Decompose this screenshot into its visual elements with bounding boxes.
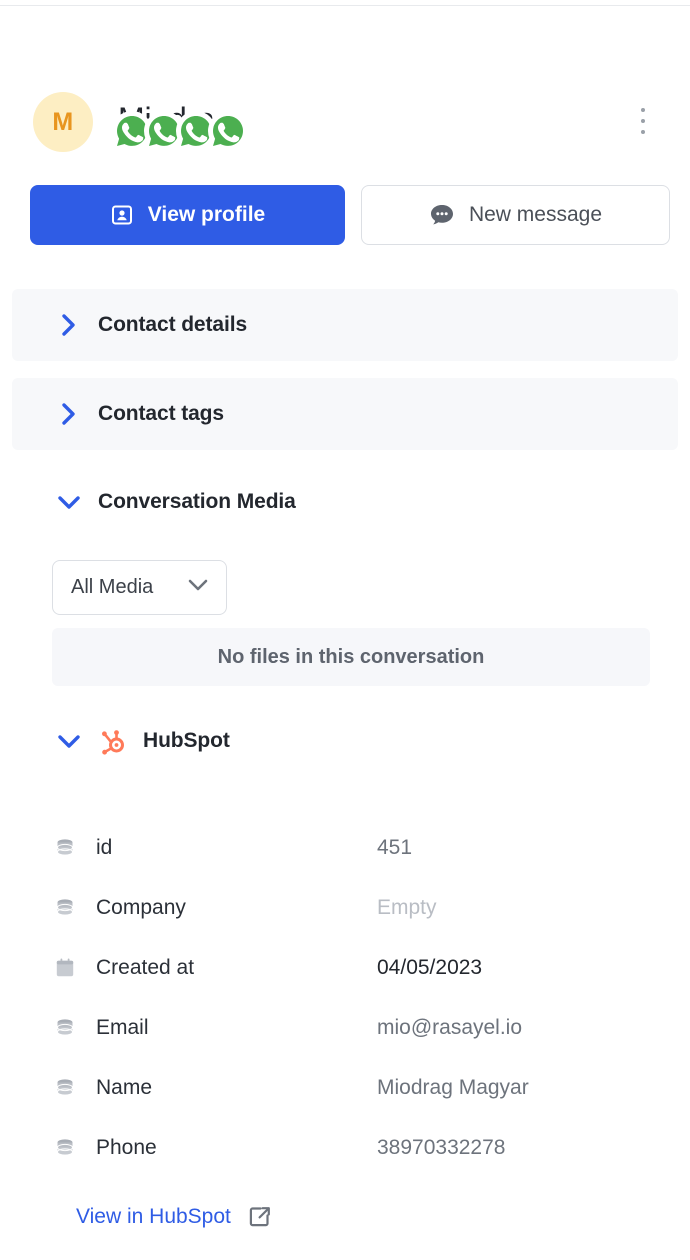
view-profile-label: View profile [147,203,266,226]
field-label: Created at [96,956,195,979]
field-row: Email mio@rasayel.io [0,998,690,1058]
avatar: M [33,92,93,152]
media-filter-value: All Media [71,576,154,598]
field-value: 38970332278 [377,1136,506,1159]
chat-bubble-icon [429,203,455,227]
field-row: Created at 04/05/2023 [0,938,690,998]
kebab-menu-icon[interactable] [632,106,654,136]
top-divider [0,5,690,6]
contact-header: M Miodrag [0,44,690,152]
chevron-down-icon [54,492,84,512]
channel-badge-list [112,111,248,151]
new-message-button[interactable]: New message [360,185,670,245]
field-label: id [96,836,113,859]
section-title: Conversation Media [98,490,296,513]
sidebar-section-conversation-media[interactable]: Conversation Media [12,466,678,538]
external-link-icon [247,1204,273,1230]
view-in-hubspot-label: View in HubSpot [76,1205,231,1228]
contact-sidebar-panel: M Miodrag View profile [0,0,690,1260]
database-icon [52,1075,78,1101]
field-label: Company [96,896,186,919]
database-icon [52,1135,78,1161]
media-empty-state: No files in this conversation [52,628,650,686]
field-row: id 451 [0,818,690,878]
whatsapp-icon[interactable] [208,111,248,151]
sidebar-section-hubspot[interactable]: HubSpot [12,705,678,777]
database-icon [52,895,78,921]
sidebar-section-contact-details[interactable]: Contact details [12,289,678,361]
media-filter-select[interactable]: All Media [52,560,227,615]
field-row: Company Empty [0,878,690,938]
hubspot-logo-icon [98,724,132,758]
chevron-right-icon [54,401,84,427]
chevron-down-icon [186,576,210,600]
kebab-dot [641,119,645,123]
field-value: Empty [377,896,437,919]
kebab-dot [641,130,645,134]
field-value: 04/05/2023 [377,956,483,979]
kebab-dot [641,108,645,112]
view-in-hubspot-link[interactable]: View in HubSpot [76,1204,273,1230]
chevron-down-icon [54,731,84,751]
section-title: Contact tags [98,402,224,425]
calendar-icon [52,955,78,981]
view-profile-button[interactable]: View profile [30,185,345,245]
field-label: Email [96,1016,149,1039]
chevron-right-icon [54,312,84,338]
field-row: Phone 38970332278 [0,1118,690,1178]
database-icon [52,1015,78,1041]
action-button-row: View profile New message [30,185,670,245]
section-title: HubSpot [143,729,230,752]
field-label: Phone [96,1136,157,1159]
field-value: Miodrag Magyar [377,1076,529,1099]
hubspot-field-list: id 451 Company Empty Created at 04/05/20… [0,818,690,1178]
field-label: Name [96,1076,153,1099]
section-title: Contact details [98,313,248,336]
new-message-label: New message [468,203,603,226]
field-row: Name Miodrag Magyar [0,1058,690,1118]
field-value: mio@rasayel.io [377,1016,523,1039]
field-value: 451 [377,836,413,859]
contact-card-icon [110,203,134,227]
sidebar-section-contact-tags[interactable]: Contact tags [12,378,678,450]
database-icon [52,835,78,861]
